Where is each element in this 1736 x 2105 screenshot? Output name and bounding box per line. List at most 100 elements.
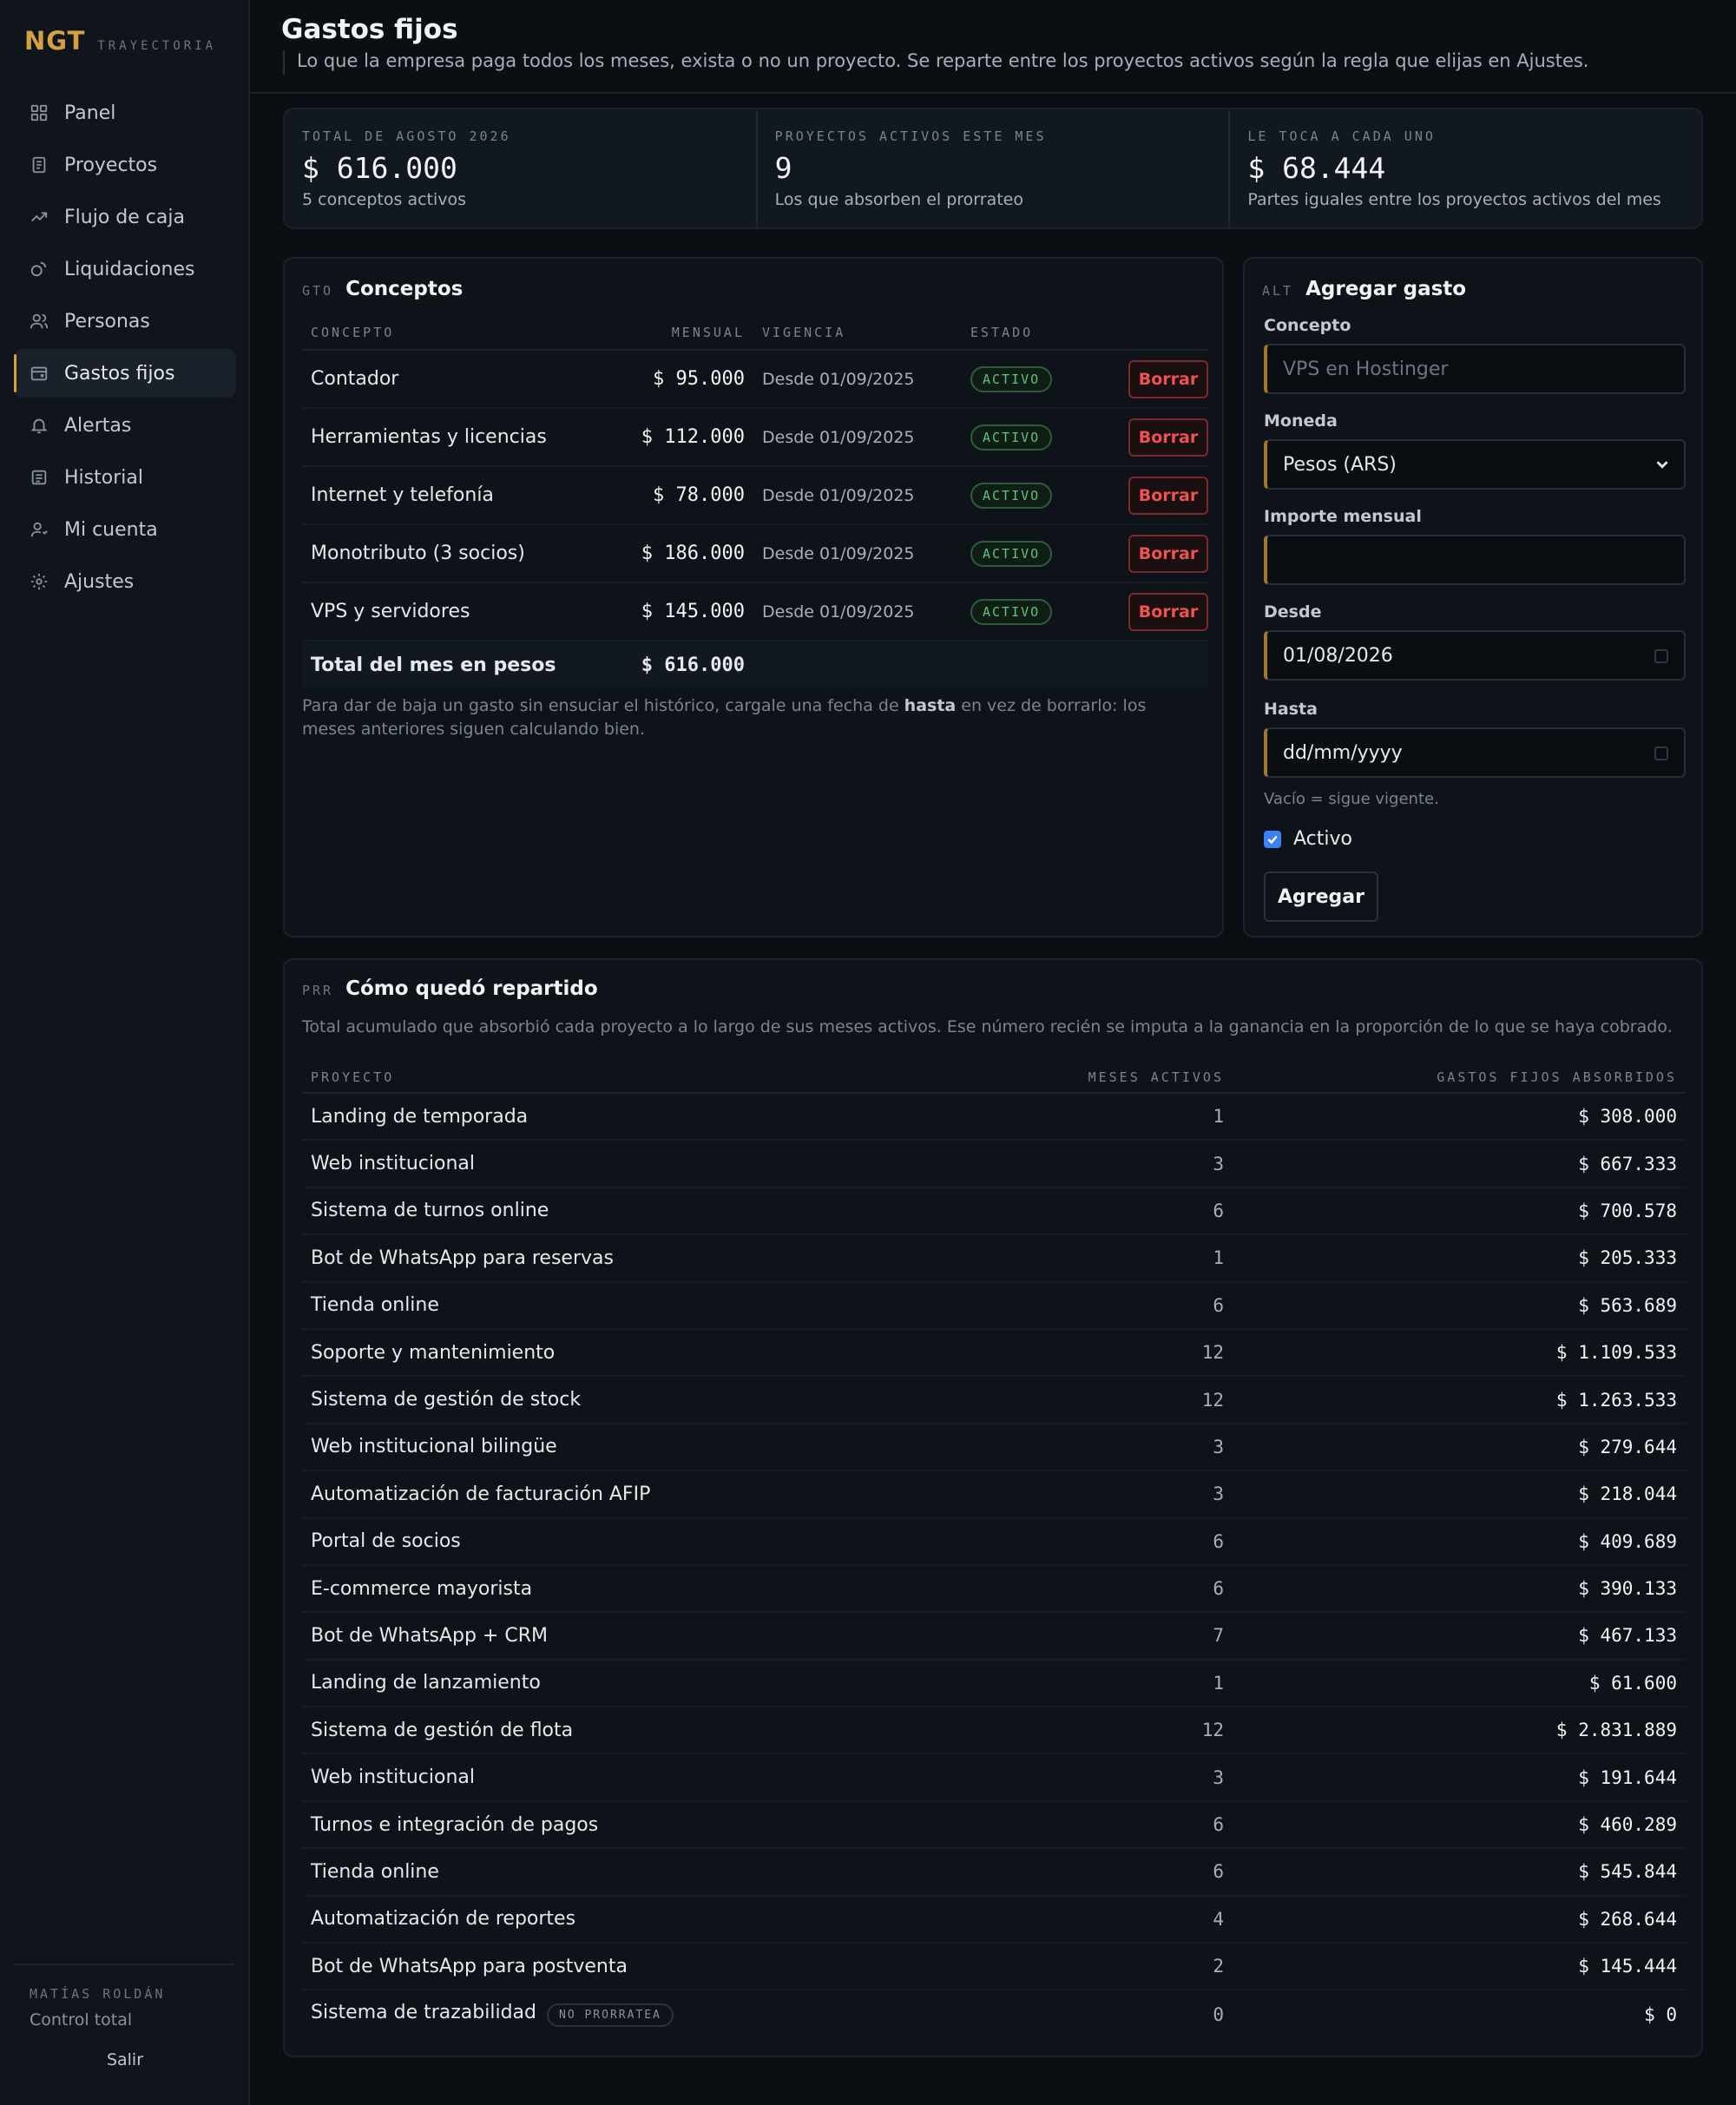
- sidebar: NGT TRAYECTORIA Panel Proyectos Flujo de c…: [0, 0, 250, 2105]
- meses-cell: 3: [1213, 1436, 1224, 1457]
- gastos-cell: $ 700.578: [1578, 1200, 1677, 1221]
- sidebar-item-panel[interactable]: Panel: [14, 89, 236, 137]
- moneda-select[interactable]: Pesos (ARS): [1264, 439, 1686, 490]
- sidebar-item-label: Mi cuenta: [64, 518, 158, 541]
- proyecto-cell: E-commerce mayorista: [302, 1578, 823, 1600]
- hasta-hint: Vacío = sigue vigente.: [1264, 790, 1439, 808]
- proyecto-name: Turnos e integración de pagos: [311, 1813, 599, 1836]
- vigencia-cell: Desde 01/09/2025: [762, 369, 915, 389]
- action-cell: Borrar: [1101, 359, 1208, 398]
- borrar-button[interactable]: Borrar: [1128, 359, 1208, 398]
- table-row: Automatización de reportes 4 $ 268.644: [302, 1897, 1686, 1944]
- sidebar-item-label: Liquidaciones: [64, 258, 195, 280]
- concepts-rows: Contador $ 95.000 Desde 01/09/2025 ACTIVO Bo…: [302, 351, 1208, 641]
- gastos-cell: $ 467.133: [1578, 1625, 1677, 1647]
- concepts-table: CONCEPTO MENSUAL VIGENCIA ESTADO Contado…: [302, 316, 1208, 688]
- proyecto-cell: Portal de socios: [302, 1530, 823, 1552]
- proyecto-cell: Web institucional bilingüe: [302, 1436, 823, 1457]
- concepts-panel: GTO Conceptos CONCEPTO MENSUAL VIGENCIA …: [283, 257, 1224, 937]
- sidebar-item-flujo-de-caja[interactable]: Flujo de caja: [14, 193, 236, 241]
- stat-label: TOTAL DE AGOSTO 2026: [302, 128, 511, 144]
- concepto-input[interactable]: VPS en Hostinger: [1264, 344, 1686, 394]
- sidebar-item-historial[interactable]: Historial: [14, 453, 236, 502]
- sidebar-item-personas[interactable]: Personas: [14, 297, 236, 345]
- meses-cell: 2: [1213, 1956, 1224, 1977]
- calendar-icon[interactable]: [1654, 649, 1668, 663]
- proyecto-name: Landing de temporada: [311, 1105, 529, 1128]
- stat-total: TOTAL DE AGOSTO 2026 $ 616.000 5 concept…: [285, 109, 758, 227]
- proyecto-name: Automatización de reportes: [311, 1908, 576, 1931]
- wallet-icon: [30, 364, 49, 383]
- users-icon: [30, 312, 49, 331]
- sidebar-item-mi-cuenta[interactable]: Mi cuenta: [14, 505, 236, 554]
- estado-cell: ACTIVO: [970, 365, 1101, 392]
- concepto-cell: Contador: [311, 368, 399, 390]
- mensual-cell: $ 186.000: [641, 543, 745, 564]
- action-cell: Borrar: [1101, 534, 1208, 573]
- table-row: Landing de temporada 1 $ 308.000: [302, 1094, 1686, 1141]
- proyecto-cell: Soporte y mantenimiento: [302, 1342, 823, 1364]
- logout-button[interactable]: Salir: [0, 2050, 250, 2069]
- table-row: Automatización de facturación AFIP 3 $ 218…: [302, 1471, 1686, 1519]
- proyecto-name: Bot de WhatsApp para reservas: [311, 1247, 614, 1269]
- borrar-button[interactable]: Borrar: [1128, 418, 1208, 457]
- agregar-button[interactable]: Agregar: [1264, 872, 1378, 922]
- gastos-cell: $ 191.644: [1578, 1766, 1677, 1788]
- hasta-date-input[interactable]: dd/mm/yyyy: [1264, 727, 1686, 778]
- sidebar-item-proyectos[interactable]: Proyectos: [14, 141, 236, 189]
- proyecto-name: Sistema de trazabilidad: [311, 2002, 536, 2024]
- history-icon: [30, 468, 49, 487]
- table-row: Web institucional bilingüe 3 $ 279.644: [302, 1424, 1686, 1472]
- checkbox-checked-icon[interactable]: [1264, 830, 1281, 848]
- meses-cell: 3: [1213, 1766, 1224, 1788]
- panel-code: GTO: [302, 283, 334, 299]
- proyecto-cell: Bot de WhatsApp + CRM: [302, 1625, 823, 1647]
- proyecto-name: Tienda online: [311, 1860, 439, 1883]
- stat-value: $ 68.444: [1247, 151, 1386, 185]
- sidebar-nav: Panel Proyectos Flujo de caja Liquidaciones…: [14, 89, 236, 609]
- gastos-cell: $ 563.689: [1578, 1294, 1677, 1316]
- table-row: Web institucional 3 $ 191.644: [302, 1754, 1686, 1802]
- panel-code: PRR: [302, 983, 334, 998]
- borrar-button[interactable]: Borrar: [1128, 534, 1208, 573]
- estado-cell: ACTIVO: [970, 482, 1101, 509]
- table-row: Tienda online 6 $ 545.844: [302, 1849, 1686, 1897]
- table-row: Internet y telefonía $ 78.000 Desde 01/09/…: [302, 467, 1208, 525]
- meses-cell: 12: [1201, 1389, 1224, 1411]
- table-row: Tienda online 6 $ 563.689: [302, 1283, 1686, 1330]
- gastos-cell: $ 268.644: [1578, 1908, 1677, 1930]
- gastos-cell: $ 390.133: [1578, 1578, 1677, 1600]
- mensual-cell: $ 145.000: [641, 601, 745, 622]
- description-accent-bar: [283, 50, 285, 75]
- proyecto-cell: Bot de WhatsApp para reservas: [302, 1247, 823, 1269]
- panel-header: ALT Agregar gasto: [1262, 278, 1466, 300]
- proyecto-name: Portal de socios: [311, 1530, 461, 1553]
- stat-sub: Partes iguales entre los proyectos activ…: [1247, 190, 1661, 209]
- table-row: Web institucional 3 $ 667.333: [302, 1141, 1686, 1188]
- borrar-button[interactable]: Borrar: [1128, 592, 1208, 631]
- activo-checkbox[interactable]: Activo: [1264, 828, 1352, 850]
- borrar-button[interactable]: Borrar: [1128, 476, 1208, 515]
- brand-logo: NGT: [24, 26, 86, 56]
- sidebar-item-gastos-fijos[interactable]: Gastos fijos: [14, 349, 236, 398]
- status-badge: ACTIVO: [970, 482, 1053, 509]
- sidebar-item-ajustes[interactable]: Ajustes: [14, 557, 236, 606]
- importe-input[interactable]: [1264, 535, 1686, 585]
- brand[interactable]: NGT TRAYECTORIA: [24, 26, 216, 56]
- gastos-cell: $ 667.333: [1578, 1153, 1677, 1174]
- sidebar-item-alertas[interactable]: Alertas: [14, 401, 236, 450]
- table-header: PROYECTO MESES ACTIVOS GASTOS FIJOS ABSO…: [302, 1062, 1686, 1094]
- calendar-icon[interactable]: [1654, 747, 1668, 760]
- desde-date-input[interactable]: 01/08/2026: [1264, 630, 1686, 681]
- proyecto-name: Web institucional: [311, 1153, 475, 1175]
- proyecto-name: Sistema de gestión de stock: [311, 1389, 582, 1411]
- brand-subtitle: TRAYECTORIA: [97, 39, 217, 53]
- table-row: Landing de lanzamiento 1 $ 61.600: [302, 1661, 1686, 1708]
- meses-cell: 0: [1213, 2003, 1224, 2025]
- sidebar-item-liquidaciones[interactable]: Liquidaciones: [14, 245, 236, 293]
- header-mensual: MENSUAL: [671, 325, 745, 340]
- table-row: E-commerce mayorista 6 $ 390.133: [302, 1566, 1686, 1614]
- concepto-cell: VPS y servidores: [311, 601, 470, 622]
- table-row: Bot de WhatsApp + CRM 7 $ 467.133: [302, 1613, 1686, 1661]
- meses-cell: 3: [1213, 1153, 1224, 1174]
